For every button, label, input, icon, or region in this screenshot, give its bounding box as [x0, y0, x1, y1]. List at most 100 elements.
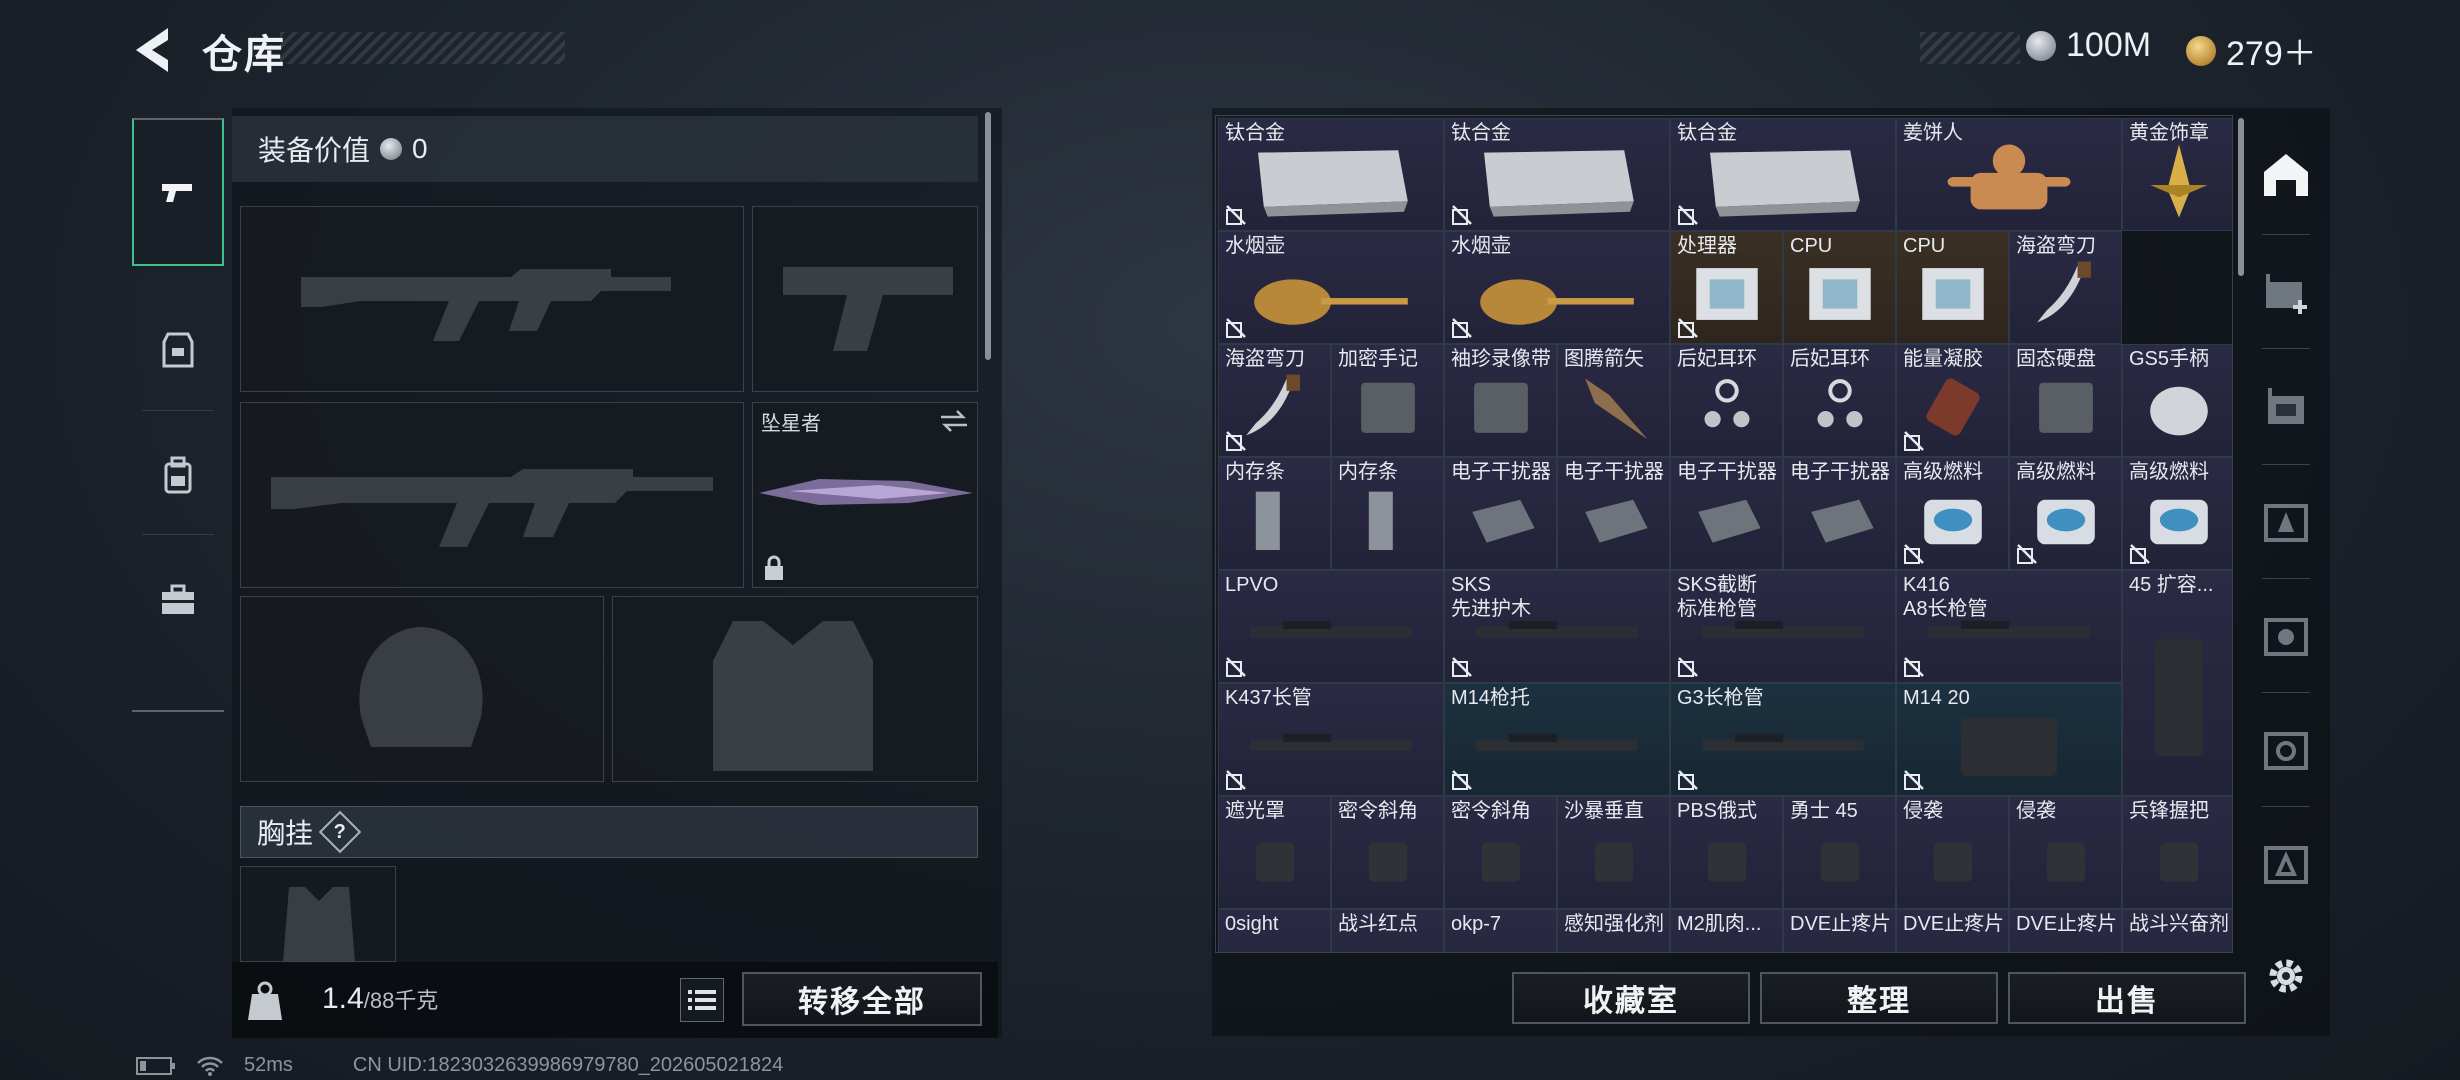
storage-item[interactable]: 电子干扰器 [1783, 457, 1896, 570]
storage-item[interactable]: 高级燃料 [2122, 457, 2232, 570]
item-image-icon [2036, 261, 2091, 323]
secondary-weapon-slot[interactable] [752, 206, 978, 392]
storage-item[interactable]: LPVO [1218, 570, 1444, 683]
storage-item[interactable]: 密令斜角 [1444, 796, 1557, 909]
storage-item[interactable]: 沙暴垂直 [1557, 796, 1670, 909]
storage-item[interactable]: CPU [1783, 231, 1896, 344]
storage-item[interactable]: K416 A8长枪管 [1896, 570, 2122, 683]
storage-item[interactable]: 钛合金 [1218, 118, 1444, 231]
storage-item[interactable]: 黄金饰章 [2122, 118, 2232, 231]
storage-item[interactable]: 能量凝胶 [1896, 344, 2009, 457]
storage-item[interactable]: 内存条 [1218, 457, 1331, 570]
sell-button[interactable]: 出售 [2008, 972, 2246, 1024]
storage-item[interactable]: M14枪托 [1444, 683, 1670, 796]
storage-item[interactable]: 电子干扰器 [1670, 457, 1783, 570]
storage-item[interactable]: 高级燃料 [2009, 457, 2122, 570]
storage-item[interactable]: 图腾箭矢 [1557, 344, 1670, 457]
item-image-icon [1471, 499, 1535, 543]
item-image-icon [1250, 734, 1412, 752]
storage-item[interactable]: PBS俄式 [1670, 796, 1783, 909]
storage-item[interactable]: 后妃耳环 [1783, 344, 1896, 457]
storage-case-tab-3[interactable] [2250, 472, 2322, 568]
storage-item[interactable]: CPU [1896, 231, 2009, 344]
storage-item[interactable]: DVE止疼片 [2009, 909, 2122, 952]
storage-item[interactable]: 侵袭 [2009, 796, 2122, 909]
storage-case-tab-6[interactable] [2250, 814, 2322, 910]
storage-item[interactable]: 侵袭 [1896, 796, 2009, 909]
storage-item[interactable]: K437长管 [1218, 683, 1444, 796]
storage-item[interactable]: 固态硬盘 [2009, 344, 2122, 457]
vest-silhouette-icon [713, 621, 873, 771]
chest-rig-slot[interactable] [240, 866, 396, 963]
storage-item[interactable]: 遮光罩 [1218, 796, 1331, 909]
storage-item[interactable]: okp-7 [1444, 909, 1557, 952]
list-view-button[interactable] [680, 978, 724, 1022]
storage-item[interactable]: 高级燃料 [1896, 457, 2009, 570]
storage-item[interactable]: 处理器 [1670, 231, 1783, 344]
storage-item[interactable]: M14 20 [1896, 683, 2122, 796]
storage-item-name: 海盗弯刀 [1225, 348, 1305, 370]
storage-item[interactable]: 后妃耳环 [1670, 344, 1783, 457]
help-icon[interactable]: ? [318, 810, 362, 854]
storage-item[interactable]: 袖珍录像带 [1444, 344, 1557, 457]
collection-room-button[interactable]: 收藏室 [1512, 972, 1750, 1024]
storage-item[interactable]: 电子干扰器 [1444, 457, 1557, 570]
storage-item[interactable]: 海盗弯刀 [2009, 231, 2122, 344]
storage-item-name: 能量凝胶 [1903, 348, 1983, 370]
storage-item[interactable]: 内存条 [1331, 457, 1444, 570]
storage-item[interactable]: 钛合金 [1444, 118, 1670, 231]
nav-backpack[interactable] [132, 428, 224, 524]
storage-item[interactable]: 海盗弯刀 [1218, 344, 1331, 457]
silver-currency[interactable]: 100M [2026, 26, 2151, 65]
item-image-icon [2154, 639, 2203, 757]
storage-scrollbar[interactable] [2238, 118, 2244, 276]
storage-item[interactable]: 加密手记 [1331, 344, 1444, 457]
primary-weapon-slot-2[interactable] [240, 402, 744, 588]
storage-case-tab-5[interactable] [2250, 700, 2322, 796]
storage-item[interactable]: 勇士 45 [1783, 796, 1896, 909]
settings-gear-icon[interactable] [2264, 954, 2308, 998]
storage-case-tab-add[interactable] [2250, 244, 2322, 340]
storage-item[interactable]: DVE止疼片 [1783, 909, 1896, 952]
storage-item[interactable]: SKS 先进护木 [1444, 570, 1670, 683]
storage-case-tab-4[interactable] [2250, 586, 2322, 682]
primary-weapon-slot[interactable] [240, 206, 744, 392]
gold-currency[interactable]: 279＋ [2186, 26, 2317, 75]
storage-home-tab[interactable] [2250, 128, 2322, 224]
storage-item[interactable]: 电子干扰器 [1557, 457, 1670, 570]
storage-item[interactable]: 姜饼人 [1896, 118, 2122, 231]
swap-icon[interactable] [939, 409, 969, 433]
storage-item[interactable]: 战斗兴奋剂 [2122, 909, 2232, 952]
storage-case-tab-2[interactable] [2250, 358, 2322, 454]
item-image-icon [1484, 150, 1634, 217]
storage-item[interactable]: 45 扩容... [2122, 570, 2232, 796]
helmet-silhouette-icon [359, 627, 483, 747]
equipment-scrollbar[interactable] [985, 112, 991, 360]
storage-item-name: 侵袭 [1903, 800, 1943, 822]
no-carry-out-icon [1904, 770, 1924, 790]
storage-item[interactable]: G3长枪管 [1670, 683, 1896, 796]
silver-amount: 100M [2066, 26, 2152, 64]
storage-item[interactable]: 钛合金 [1670, 118, 1896, 231]
storage-item[interactable]: 兵锋握把 [2122, 796, 2232, 909]
transfer-all-button[interactable]: 转移全部 [742, 972, 982, 1026]
storage-item[interactable]: 水烟壶 [1218, 231, 1444, 344]
storage-item[interactable]: GS5手柄 [2122, 344, 2232, 457]
organize-button[interactable]: 整理 [1760, 972, 1998, 1024]
melee-slot[interactable]: 坠星者 [752, 402, 978, 588]
helmet-slot[interactable] [240, 596, 604, 782]
back-arrow-icon[interactable] [132, 26, 180, 74]
body-armor-slot[interactable] [612, 596, 978, 782]
storage-item[interactable]: SKS截断 标准枪管 [1670, 570, 1896, 683]
storage-item[interactable]: 战斗红点 [1331, 909, 1444, 952]
storage-item-name: 电子干扰器 [1564, 461, 1664, 483]
storage-item[interactable]: M2肌肉... [1670, 909, 1783, 952]
storage-item[interactable]: 感知强化剂 [1557, 909, 1670, 952]
nav-case[interactable] [132, 552, 224, 648]
nav-weapons[interactable] [132, 118, 224, 266]
storage-item[interactable]: 0sight [1218, 909, 1331, 952]
storage-item[interactable]: 水烟壶 [1444, 231, 1670, 344]
nav-armor[interactable] [132, 302, 224, 398]
storage-item[interactable]: DVE止疼片 [1896, 909, 2009, 952]
storage-item[interactable]: 密令斜角 [1331, 796, 1444, 909]
